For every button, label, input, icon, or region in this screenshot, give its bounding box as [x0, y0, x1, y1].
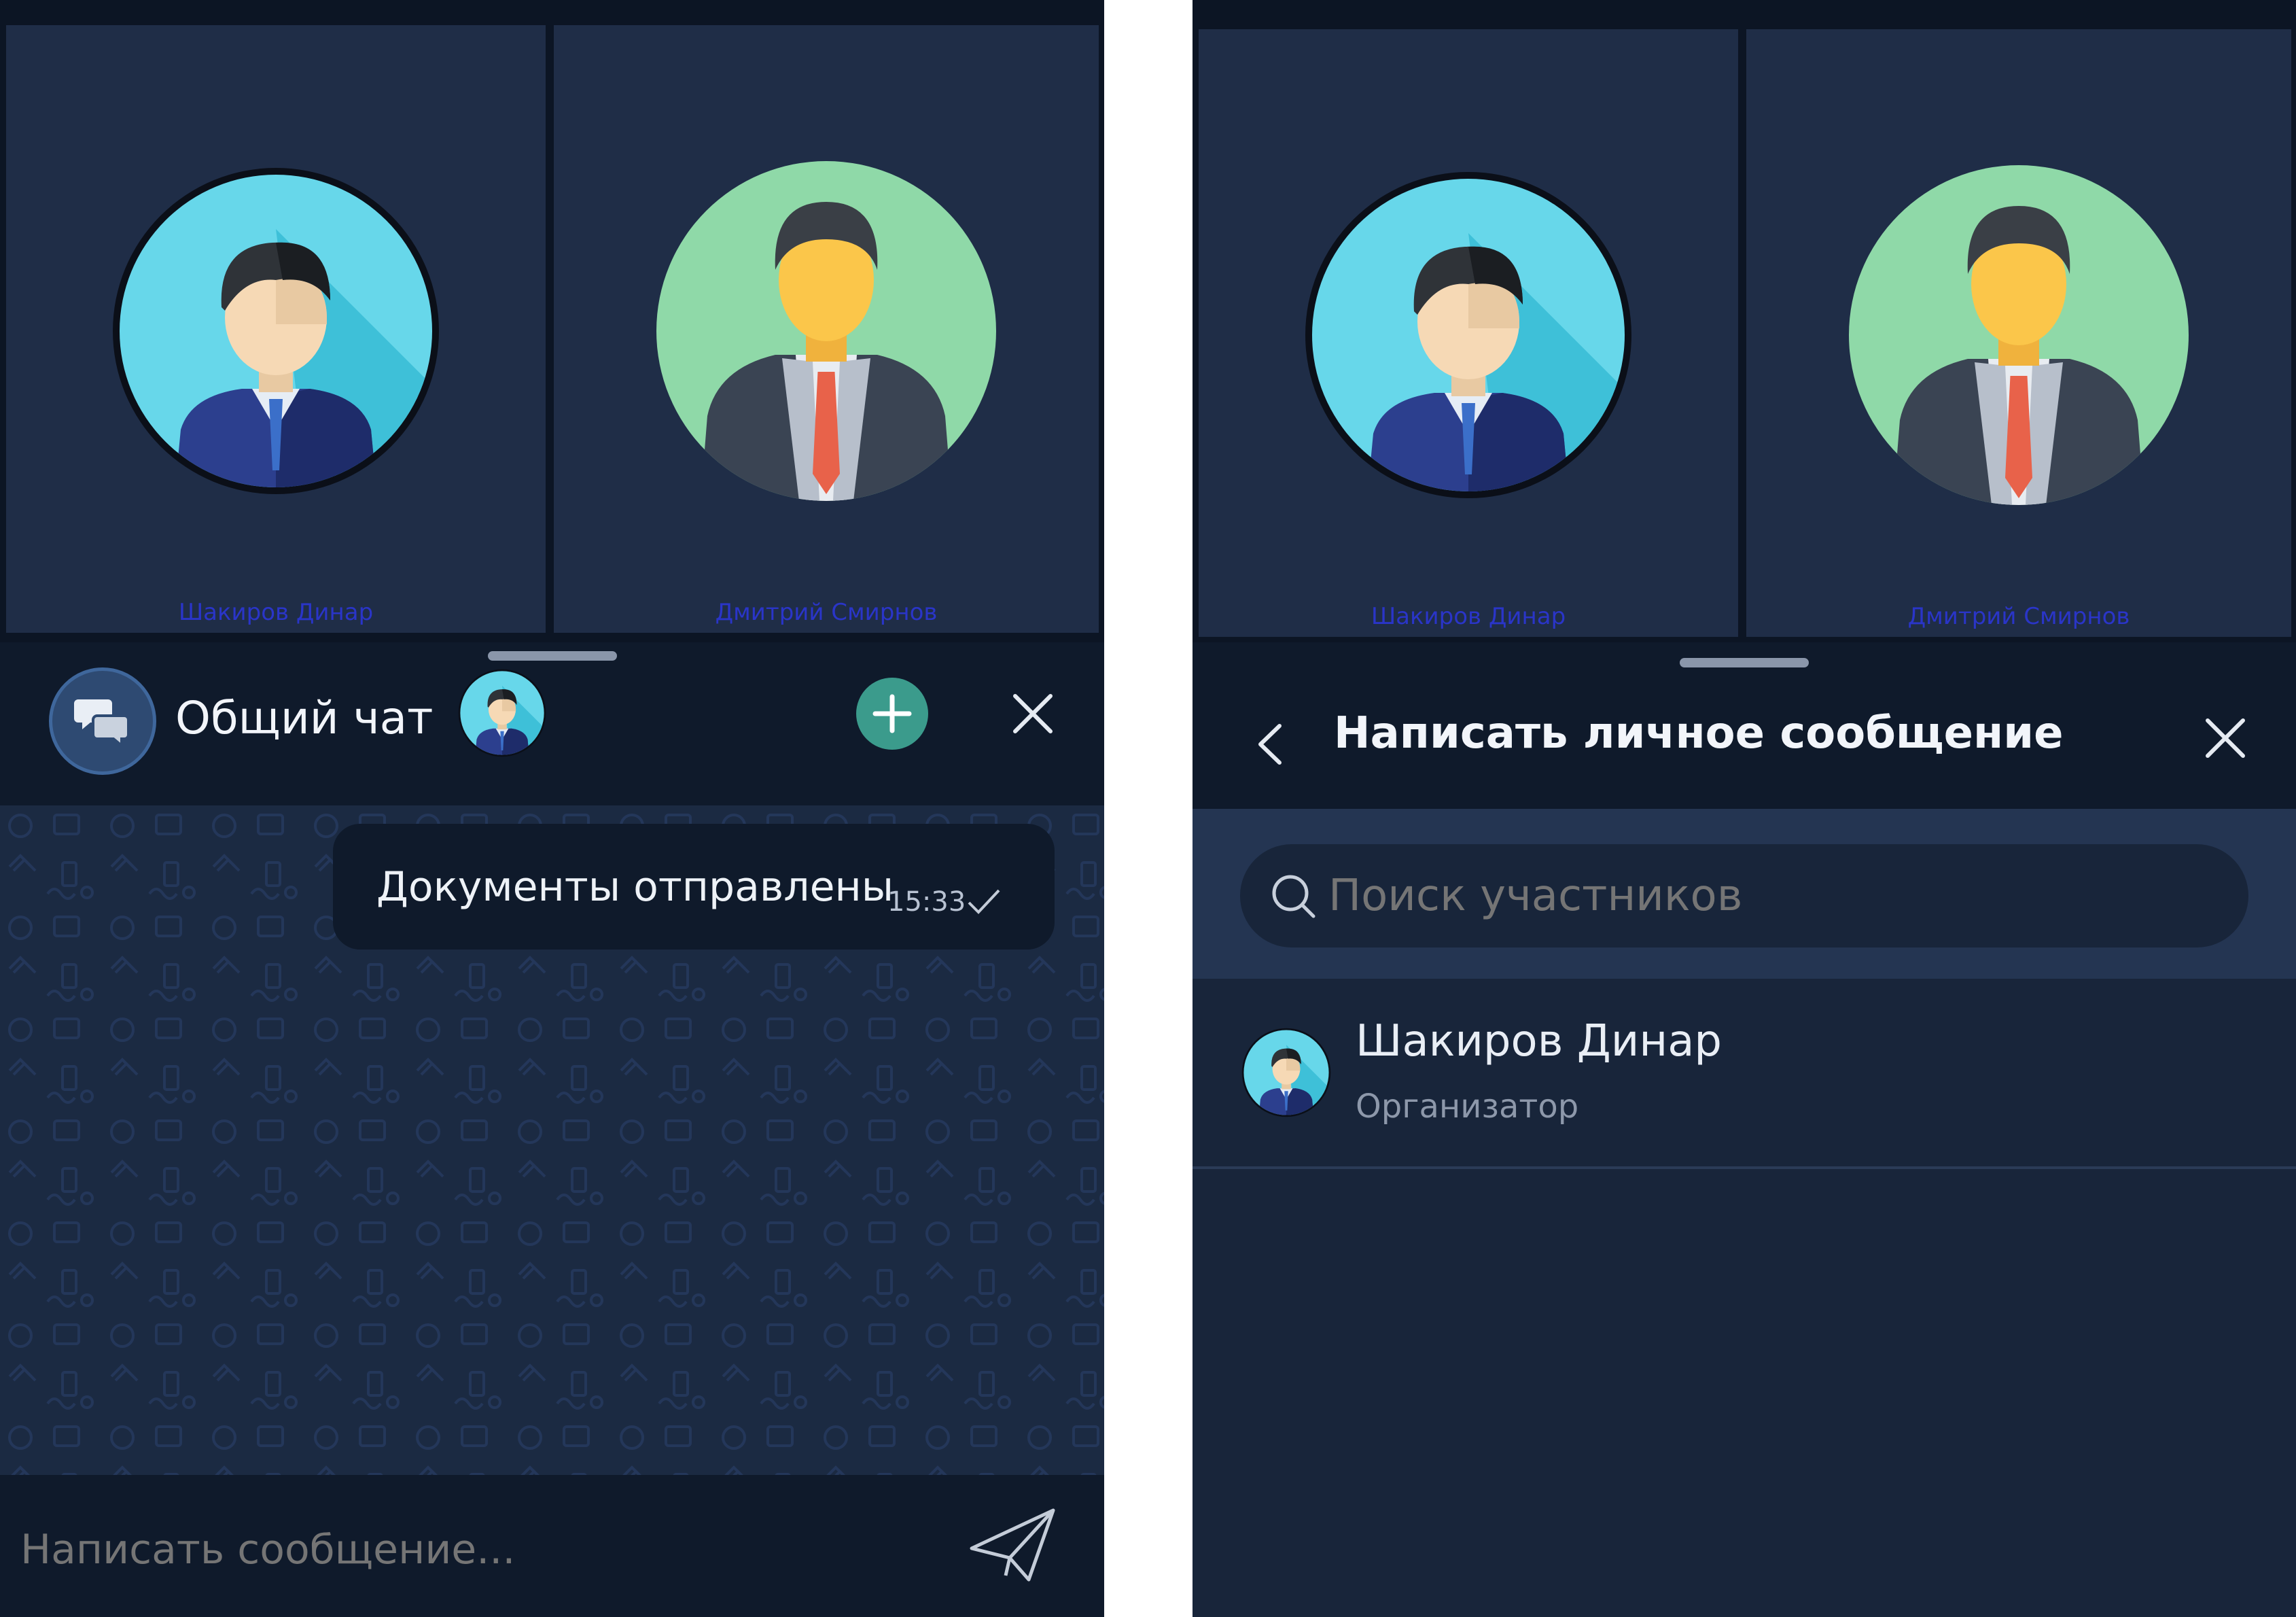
video-tile[interactable]: Дмитрий Смирнов: [552, 23, 1101, 635]
video-tile[interactable]: Шакиров Динар: [4, 23, 548, 635]
chevron-left-icon[interactable]: [1246, 714, 1293, 775]
participant-name-label: Дмитрий Смирнов: [715, 599, 938, 626]
search-input[interactable]: [1328, 867, 2212, 924]
group-chat-screen: Шакиров Динар Дмитрий Смирнов Общий чат: [0, 0, 1104, 1617]
plus-icon: [872, 694, 912, 733]
add-participant-button[interactable]: [856, 678, 928, 750]
close-icon[interactable]: [1006, 686, 1060, 741]
video-tile[interactable]: Шакиров Динар: [1197, 27, 1740, 639]
dm-title: Написать личное сообщение: [1334, 708, 2064, 759]
chat-header: Общий чат: [0, 666, 1104, 805]
video-grid: Шакиров Динар Дмитрий Смирнов: [1193, 0, 2296, 642]
send-icon[interactable]: [965, 1501, 1060, 1589]
check-icon: [968, 889, 1000, 914]
message-list[interactable]: Документы отправлены 15:33: [0, 805, 1104, 1475]
chat-bubbles-icon[interactable]: [49, 667, 156, 775]
businessman-green-avatar-icon: [1849, 165, 2189, 505]
search-icon: [1272, 875, 1315, 918]
businessman-blue-avatar-icon: [1240, 1026, 1332, 1119]
video-tile[interactable]: Дмитрий Смирнов: [1744, 27, 2293, 639]
message-time: 15:33: [887, 886, 966, 918]
businessman-blue-avatar-icon[interactable]: [457, 667, 548, 759]
list-item[interactable]: Шакиров Динар Организатор: [1193, 979, 2296, 1169]
participant-name-label: Дмитрий Смирнов: [1907, 603, 2130, 630]
drag-handle[interactable]: [1680, 658, 1809, 667]
participant-role: Организатор: [1356, 1088, 1579, 1126]
participant-name: Шакиров Динар: [1356, 1016, 1723, 1066]
businessman-green-avatar-icon: [656, 161, 996, 501]
message-bubble[interactable]: Документы отправлены 15:33: [333, 824, 1055, 950]
participant-list: Шакиров Динар Организатор: [1193, 979, 2296, 1617]
chat-title: Общий чат: [175, 692, 434, 744]
message-text: Документы отправлены: [376, 863, 894, 911]
businessman-blue-avatar-icon: [1299, 165, 1638, 505]
close-icon[interactable]: [2198, 711, 2253, 765]
participant-name-label: Шакиров Динар: [1371, 603, 1566, 630]
private-message-screen: Шакиров Динар Дмитрий Смирнов Написать л…: [1193, 0, 2296, 1617]
businessman-blue-avatar-icon: [106, 161, 446, 501]
search-area: [1193, 809, 2296, 979]
video-grid: Шакиров Динар Дмитрий Смирнов: [0, 0, 1104, 642]
participant-name-label: Шакиров Динар: [178, 599, 374, 626]
dm-header: Написать личное сообщение: [1193, 673, 2296, 812]
message-input[interactable]: [20, 1523, 904, 1577]
message-input-bar: [0, 1475, 1104, 1617]
drag-handle[interactable]: [487, 651, 617, 661]
search-box[interactable]: [1240, 844, 2248, 947]
